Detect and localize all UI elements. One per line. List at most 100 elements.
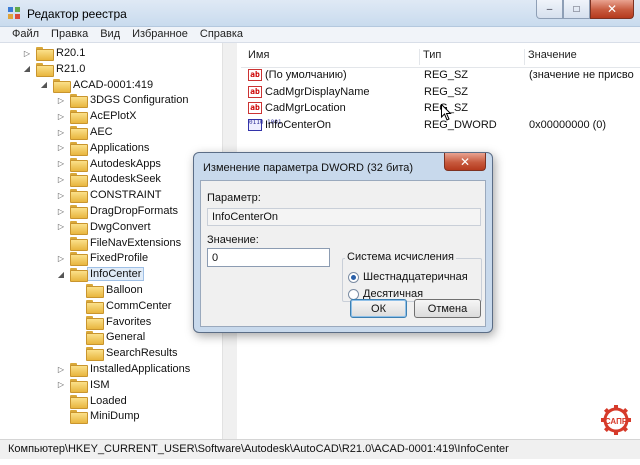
collapse-arrow-icon[interactable]: ◢ [55,266,67,282]
tree-item[interactable]: ▷ AutodeskApps [55,156,161,172]
column-type[interactable]: Тип [419,49,441,65]
menu-file[interactable]: Файл [6,27,45,42]
column-value[interactable]: Значение [524,49,577,65]
folder-icon [86,315,104,330]
title-bar: Редактор реестра – □ ✕ [0,0,640,27]
value-row[interactable]: ab (По умолчанию) REG_SZ (значение не присв… [241,67,640,84]
collapse-arrow-icon[interactable]: ◢ [21,61,33,77]
tree-item[interactable]: ▷ DragDropFormats [55,203,178,219]
folder-icon [86,284,104,298]
folder-icon [70,205,88,219]
base-group-title: Система исчисления [345,251,456,263]
menu-help[interactable]: Справка [194,27,249,42]
tree-item[interactable]: ▷ FixedProfile [55,250,149,267]
tree-item-label: DragDropFormats [90,205,179,217]
value-row[interactable]: ab CadMgrDisplayName REG_SZ [241,84,640,101]
tree-item-label: AutodeskSeek [90,173,161,186]
radio-hex-row[interactable]: Шестнадцатеричная [348,271,468,283]
tree-item[interactable]: ◢ InfoCenter [55,266,145,283]
window-title: Редактор реестра [27,7,127,21]
expand-arrow-icon[interactable]: ▷ [55,187,67,203]
tree-item[interactable]: Balloon [71,282,143,298]
tree-item[interactable]: ▷ CONSTRAINT [55,187,162,204]
folder-icon [70,268,88,283]
value-data: 0x00000000 (0) [529,118,607,131]
folder-icon [70,173,88,188]
tree-item[interactable]: ▷ ISM [55,377,110,393]
tree-item-label: DwgConvert [90,220,151,233]
maximize-button[interactable]: □ [563,0,590,19]
tree-item-label: Applications [90,141,150,154]
ok-button[interactable]: ОК [350,299,407,318]
tree-item-label: R21.0 [56,62,86,75]
tree-item[interactable]: ▷ Applications [55,140,149,156]
registry-editor-window: Редактор реестра – □ ✕ Файл Правка Вид И… [0,0,640,465]
sapr-logo-icon: САПР [601,405,631,435]
folder-icon [36,62,54,77]
expand-arrow-icon[interactable]: ▷ [55,203,67,219]
expand-arrow-icon[interactable]: ▷ [55,377,67,393]
expand-arrow-icon[interactable]: ▷ [55,250,67,266]
tree-item-label: Favorites [106,315,152,328]
collapse-arrow-icon[interactable]: ◢ [38,77,50,93]
tree-item[interactable]: ▷ InstalledApplications [55,361,190,377]
value-name: (По умолчанию) [265,69,347,81]
tree-item[interactable]: ▷ AutodeskSeek [55,171,161,188]
expand-arrow-icon [71,282,83,298]
tree-item[interactable]: MiniDump [55,408,140,425]
expand-arrow-icon [71,314,83,330]
tree-item[interactable]: Loaded [55,393,127,409]
expand-arrow-icon[interactable]: ▷ [21,45,33,61]
minimize-button[interactable]: – [536,0,563,19]
tree-item[interactable]: CommCenter [71,298,171,314]
registry-icon [8,7,20,19]
radio-hex-label: Шестнадцатеричная [363,271,468,283]
tree-item[interactable]: General [71,329,146,346]
tree-item[interactable]: SearchResults [71,345,178,362]
folder-icon [70,236,88,251]
expand-arrow-icon[interactable]: ▷ [55,156,67,172]
tree-item[interactable]: ▷ AcEPlotX [55,108,136,125]
tree-item[interactable]: ▷ R20.1 [21,45,85,61]
cancel-button[interactable]: Отмена [414,299,481,318]
folder-icon [86,331,104,346]
expand-arrow-icon[interactable]: ▷ [55,124,67,140]
dialog-title: Изменение параметра DWORD (32 бита) [203,162,414,174]
folder-icon [70,363,88,377]
menu-edit[interactable]: Правка [45,27,94,42]
tree-item[interactable]: ◢ R21.0 [21,61,85,77]
param-label: Параметр: [207,192,261,204]
tree-item-label: CONSTRAINT [90,189,162,202]
radio-hex[interactable] [348,271,359,283]
tree-item-label: InfoCenter [87,267,145,282]
tree-item[interactable]: Favorites [71,314,151,330]
folder-icon [70,189,88,204]
value-input[interactable] [207,248,330,267]
tree-item-label: CommCenter [106,299,172,312]
tree-item-label: ISM [90,378,110,391]
radio-dec[interactable] [348,288,359,300]
tree-item-label: AutodeskApps [90,157,161,170]
value-type: REG_SZ [424,85,469,98]
tree-item-label: FixedProfile [90,252,149,265]
dialog-close-button[interactable]: ✕ [444,153,486,171]
menu-view[interactable]: Вид [94,27,126,42]
expand-arrow-icon[interactable]: ▷ [55,361,67,377]
tree-item[interactable]: ◢ ACAD-0001:419 [38,77,153,93]
column-name[interactable]: Имя [245,49,269,65]
tree-item[interactable]: ▷ DwgConvert [55,219,151,235]
expand-arrow-icon[interactable]: ▷ [55,108,67,124]
tree-item[interactable]: ▷ AEC [55,124,113,140]
expand-arrow-icon [71,329,83,345]
tree-item-label: ACAD-0001:419 [73,78,154,91]
expand-arrow-icon[interactable]: ▷ [55,171,67,187]
close-button[interactable]: ✕ [590,0,634,19]
tree-item[interactable]: FileNavExtensions [55,235,181,251]
expand-arrow-icon[interactable]: ▷ [55,219,67,235]
tree-item-label: General [106,331,146,344]
menu-favorites[interactable]: Избранное [126,27,194,42]
folder-icon [70,141,88,156]
expand-arrow-icon[interactable]: ▷ [55,140,67,156]
tree-item[interactable]: ▷ 3DGS Configuration [55,92,188,109]
expand-arrow-icon[interactable]: ▷ [55,92,67,108]
